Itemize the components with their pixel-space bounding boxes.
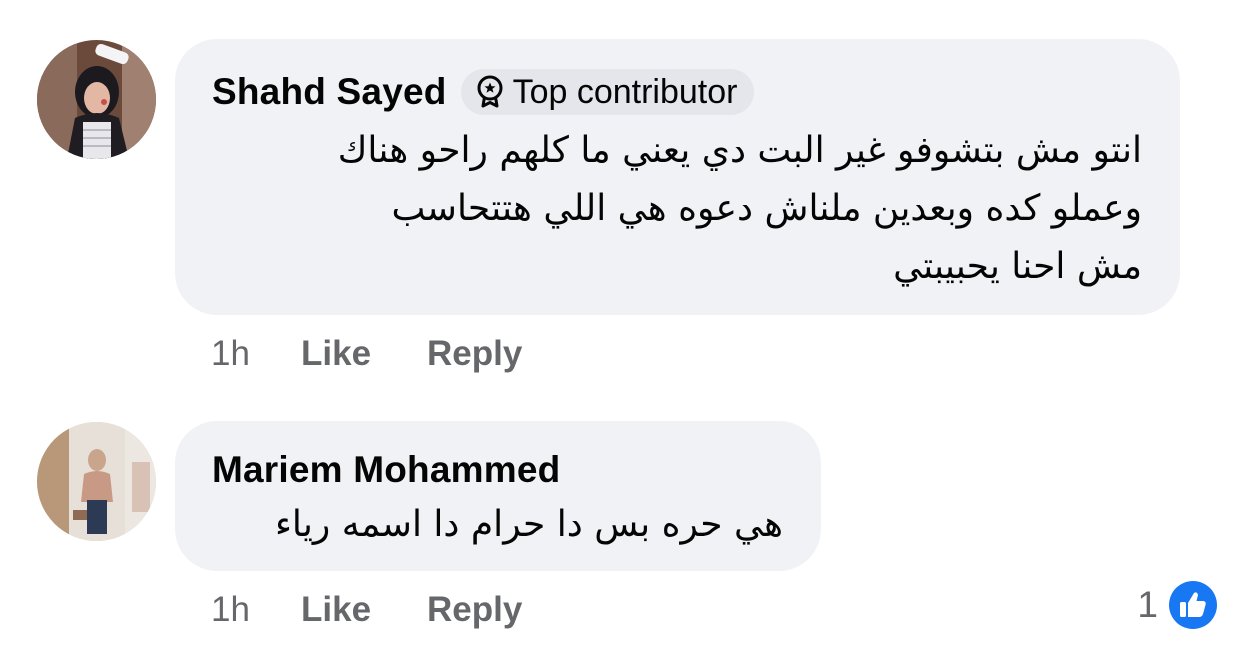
comment-header: Mariem Mohammed	[212, 448, 560, 492]
comment-line: وعملو كده وبعدين ملناش دعوه هي اللي هتتح…	[391, 188, 1142, 229]
badge-icon	[477, 75, 503, 108]
reply-button[interactable]: Reply	[427, 332, 522, 376]
comment-text: هي حره بس دا حرام دا اسمه رياء	[275, 496, 783, 554]
author-name[interactable]: Mariem Mohammed	[212, 448, 560, 492]
comment-bubble: Shahd Sayed Top contributor انتو مش بتشو…	[175, 39, 1180, 315]
author-name[interactable]: Shahd Sayed	[212, 70, 447, 114]
profile-photo-mariem	[37, 422, 156, 541]
reply-button[interactable]: Reply	[427, 588, 522, 632]
comment-text: انتو مش بتشوفو غير البت دي يعني ما كلهم …	[338, 122, 1142, 296]
reactions-summary[interactable]: 1	[1137, 580, 1218, 630]
top-contributor-badge[interactable]: Top contributor	[460, 69, 755, 115]
avatar[interactable]	[37, 40, 156, 159]
comment-bubble: Mariem Mohammed هي حره بس دا حرام دا اسم…	[175, 421, 821, 571]
avatar[interactable]	[37, 422, 156, 541]
comment-line: انتو مش بتشوفو غير البت دي يعني ما كلهم …	[337, 130, 1142, 171]
badge-label: Top contributor	[512, 73, 738, 111]
comment-actions: 1h Like Reply	[211, 332, 522, 376]
comment-actions: 1h Like Reply	[211, 588, 522, 632]
comment-line: مش احنا يحبيبتي	[893, 246, 1142, 287]
comment-line: هي حره بس دا حرام دا اسمه رياء	[274, 504, 783, 545]
like-reaction-icon	[1169, 581, 1217, 629]
like-button[interactable]: Like	[301, 332, 427, 376]
comment-time[interactable]: 1h	[211, 332, 301, 376]
reaction-count: 1	[1137, 584, 1158, 625]
profile-photo-shahd	[37, 40, 156, 159]
comment-time[interactable]: 1h	[211, 588, 301, 632]
comment-header: Shahd Sayed Top contributor	[212, 69, 755, 115]
like-button[interactable]: Like	[301, 588, 427, 632]
comments-thread: Shahd Sayed Top contributor انتو مش بتشو…	[0, 0, 1242, 647]
